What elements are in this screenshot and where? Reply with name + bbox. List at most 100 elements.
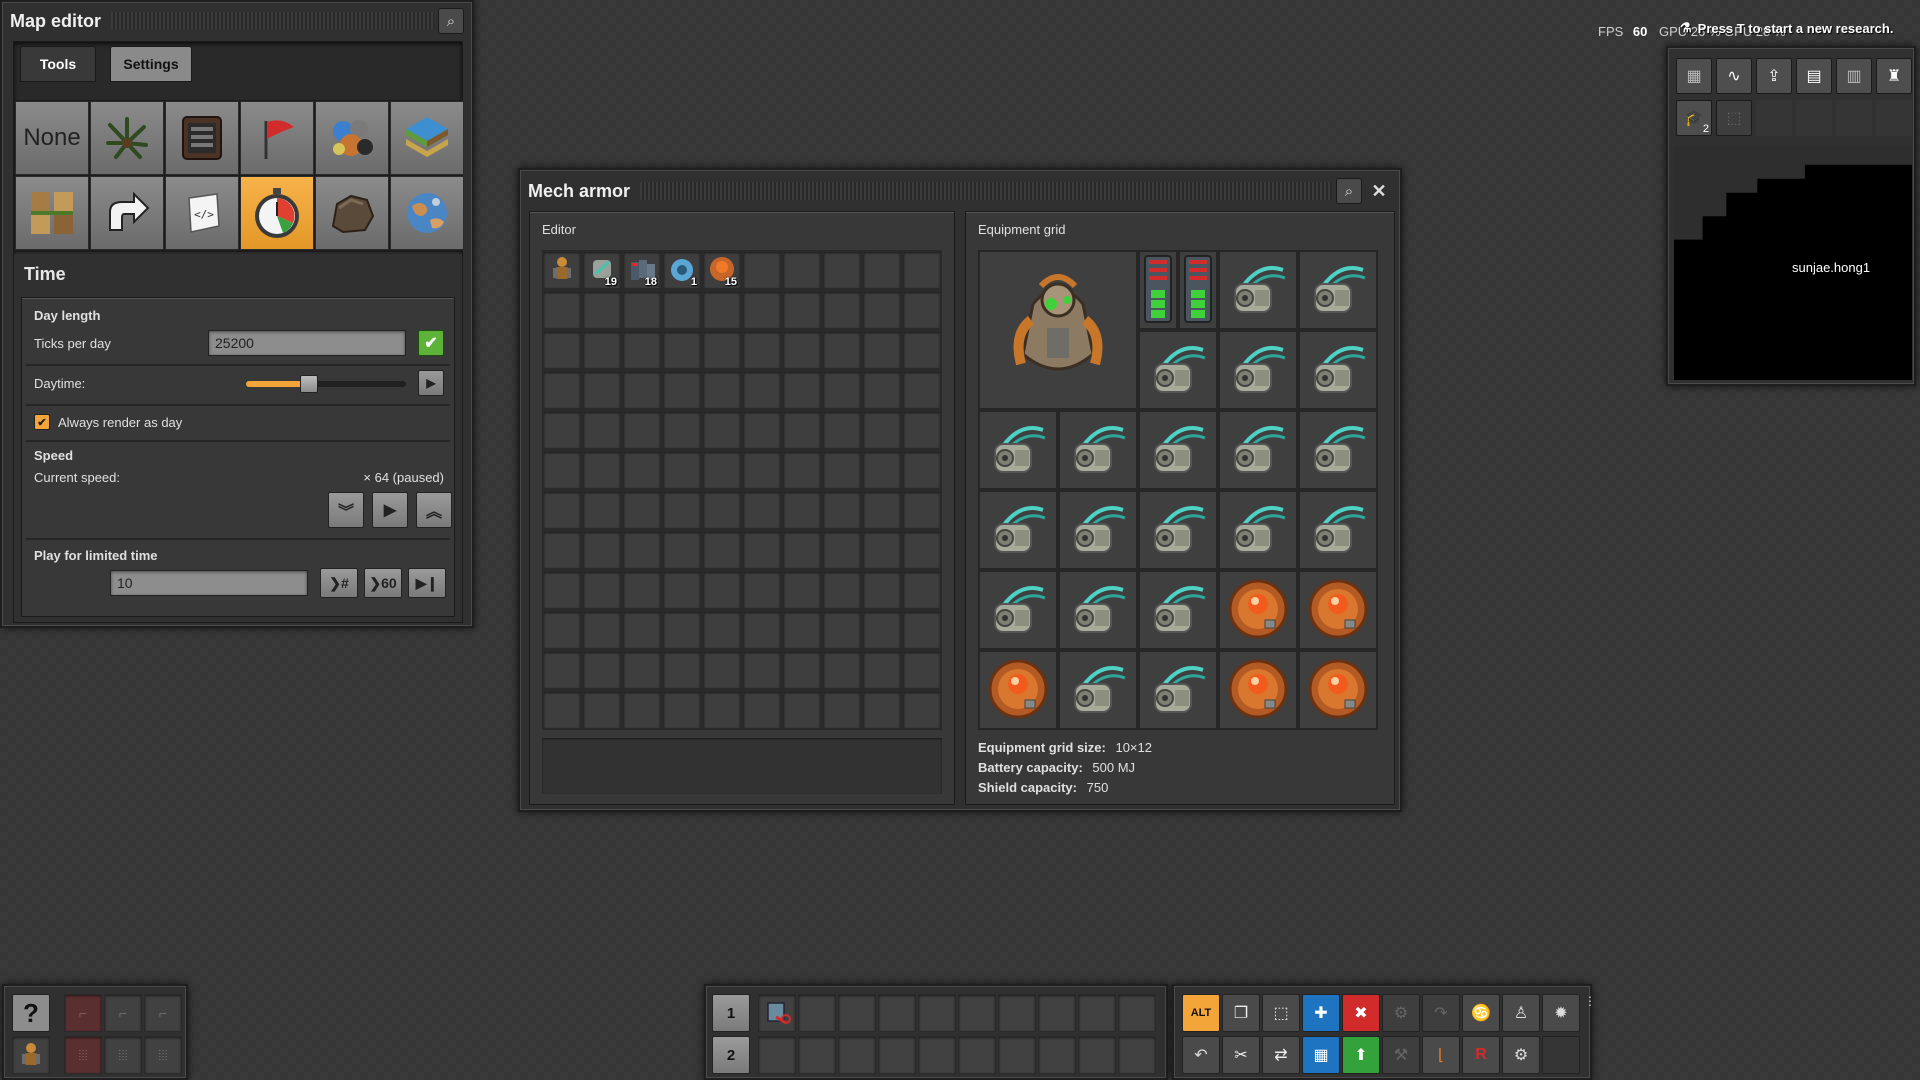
unlock-button[interactable]: ⬚: [1716, 100, 1752, 136]
daytime-play-button[interactable]: ▶: [418, 370, 444, 396]
inventory-slot[interactable]: [903, 251, 941, 289]
inventory-slot[interactable]: [623, 331, 661, 369]
limited-time-input[interactable]: 10: [110, 570, 308, 596]
inventory-slot[interactable]: [703, 291, 741, 329]
tool-tiles[interactable]: [390, 101, 464, 175]
quickbar-slot[interactable]: [758, 1036, 796, 1074]
exoskeleton-slot[interactable]: [1299, 491, 1377, 569]
always-render-checkbox[interactable]: ✔: [34, 414, 50, 430]
inventory-slot[interactable]: [783, 451, 821, 489]
inventory-slot[interactable]: [663, 371, 701, 409]
ammo-slot[interactable]: ⦙⦙⦙: [64, 1036, 102, 1074]
logistics-button[interactable]: ⇪: [1756, 58, 1792, 94]
inventory-slot[interactable]: [903, 651, 941, 689]
inventory-slot[interactable]: [903, 451, 941, 489]
inventory-slot[interactable]: [623, 611, 661, 649]
tab-tools[interactable]: Tools: [20, 46, 96, 82]
exoskeleton-slot[interactable]: [1299, 331, 1377, 409]
inventory-slot[interactable]: [703, 331, 741, 369]
inventory-slot[interactable]: [863, 531, 901, 569]
inventory-slot[interactable]: [543, 411, 581, 449]
inventory-slot[interactable]: [703, 571, 741, 609]
exoskeleton-slot[interactable]: [1139, 651, 1217, 729]
inventory-slot[interactable]: [903, 331, 941, 369]
inventory-slot[interactable]: [583, 691, 621, 729]
inventory-slot[interactable]: [623, 451, 661, 489]
inventory-slot[interactable]: [703, 371, 741, 409]
inventory-slot[interactable]: [583, 611, 621, 649]
inventory-slot[interactable]: [783, 251, 821, 289]
paste-button[interactable]: ⇄: [1262, 1036, 1300, 1074]
quickbar-slot[interactable]: [1038, 1036, 1076, 1074]
inventory-slot[interactable]: [823, 611, 861, 649]
inventory-slot[interactable]: [703, 691, 741, 729]
tool-none[interactable]: None: [15, 101, 89, 175]
deconstruction-planner-button[interactable]: ✖: [1342, 994, 1380, 1032]
alt-mode-button[interactable]: ALT: [1182, 994, 1220, 1032]
inventory-slot[interactable]: [903, 371, 941, 409]
exoskeleton-slot[interactable]: [1299, 411, 1377, 489]
tool-forces[interactable]: [240, 101, 314, 175]
inventory-slot[interactable]: [623, 571, 661, 609]
inventory-slot[interactable]: [543, 491, 581, 529]
inventory-slot[interactable]: [583, 531, 621, 569]
quickbar-slot[interactable]: [1118, 1036, 1156, 1074]
inventory-slot[interactable]: [543, 691, 581, 729]
inventory-slot[interactable]: [783, 691, 821, 729]
confirm-button[interactable]: ✔: [418, 330, 444, 356]
inventory-slot[interactable]: [623, 531, 661, 569]
inventory-slot[interactable]: [823, 331, 861, 369]
inventory-slot[interactable]: [543, 611, 581, 649]
tool-script[interactable]: </>: [165, 176, 239, 250]
inventory-slot[interactable]: [743, 651, 781, 689]
exoskeleton-slot[interactable]: [1219, 331, 1297, 409]
inventory-slot[interactable]: [783, 491, 821, 529]
weapon-slot[interactable]: ⌐: [104, 994, 142, 1032]
exoskeleton-slot[interactable]: [1219, 411, 1297, 489]
inventory-slot[interactable]: [863, 451, 901, 489]
inventory-slot[interactable]: [783, 651, 821, 689]
quickbar-slot[interactable]: [798, 994, 836, 1032]
inventory-slot[interactable]: [583, 371, 621, 409]
settings-button[interactable]: ⚙: [1502, 1036, 1540, 1074]
upgrade-planner-button[interactable]: ✚: [1302, 994, 1340, 1032]
inventory-slot[interactable]: [783, 411, 821, 449]
inventory-slot[interactable]: [823, 571, 861, 609]
exoskeleton-slot[interactable]: [1059, 651, 1137, 729]
quickbar-slot[interactable]: [1078, 994, 1116, 1032]
weapon-slot[interactable]: ⌐: [64, 994, 102, 1032]
inventory-slot[interactable]: [583, 491, 621, 529]
inventory-slot[interactable]: [823, 491, 861, 529]
inventory-slot[interactable]: [743, 491, 781, 529]
inventory-slot[interactable]: [823, 251, 861, 289]
exoskeleton-slot[interactable]: [1139, 411, 1217, 489]
inventory-slot[interactable]: [903, 531, 941, 569]
inventory-slot[interactable]: [823, 651, 861, 689]
ammo-slot[interactable]: ⦙⦙⦙: [144, 1036, 182, 1074]
quickbar-row-2-button[interactable]: 2: [712, 1036, 750, 1074]
inventory-slot[interactable]: [623, 691, 661, 729]
bug-button[interactable]: ✹: [1542, 994, 1580, 1032]
more-options-icon[interactable]: ⋮: [1584, 994, 1596, 1008]
exoskeleton-slot[interactable]: [979, 571, 1057, 649]
inventory-slot[interactable]: 18: [623, 251, 661, 289]
inventory-slot[interactable]: [703, 491, 741, 529]
inventory-slot[interactable]: 1: [663, 251, 701, 289]
inventory-slot[interactable]: [863, 691, 901, 729]
inventory-slot[interactable]: [663, 291, 701, 329]
minimap[interactable]: sunjae.hong1: [1674, 146, 1912, 380]
quickbar-slot[interactable]: [1078, 1036, 1116, 1074]
daytime-slider-handle[interactable]: [300, 375, 318, 393]
wrench-button[interactable]: ⚒: [1382, 1036, 1420, 1074]
quickbar-slot[interactable]: [838, 1036, 876, 1074]
energy-shield-slot[interactable]: [1219, 651, 1297, 729]
quickbar-slot[interactable]: [998, 1036, 1036, 1074]
inventory-slot[interactable]: [863, 291, 901, 329]
inventory-slot[interactable]: [663, 691, 701, 729]
play-speed-button[interactable]: ▶: [372, 492, 408, 528]
copy-button[interactable]: ❐: [1222, 994, 1260, 1032]
inventory-slot[interactable]: [783, 291, 821, 329]
inventory-slot[interactable]: [663, 531, 701, 569]
blueprint-button[interactable]: ▥: [1836, 58, 1872, 94]
search-icon[interactable]: ⌕: [438, 8, 464, 34]
